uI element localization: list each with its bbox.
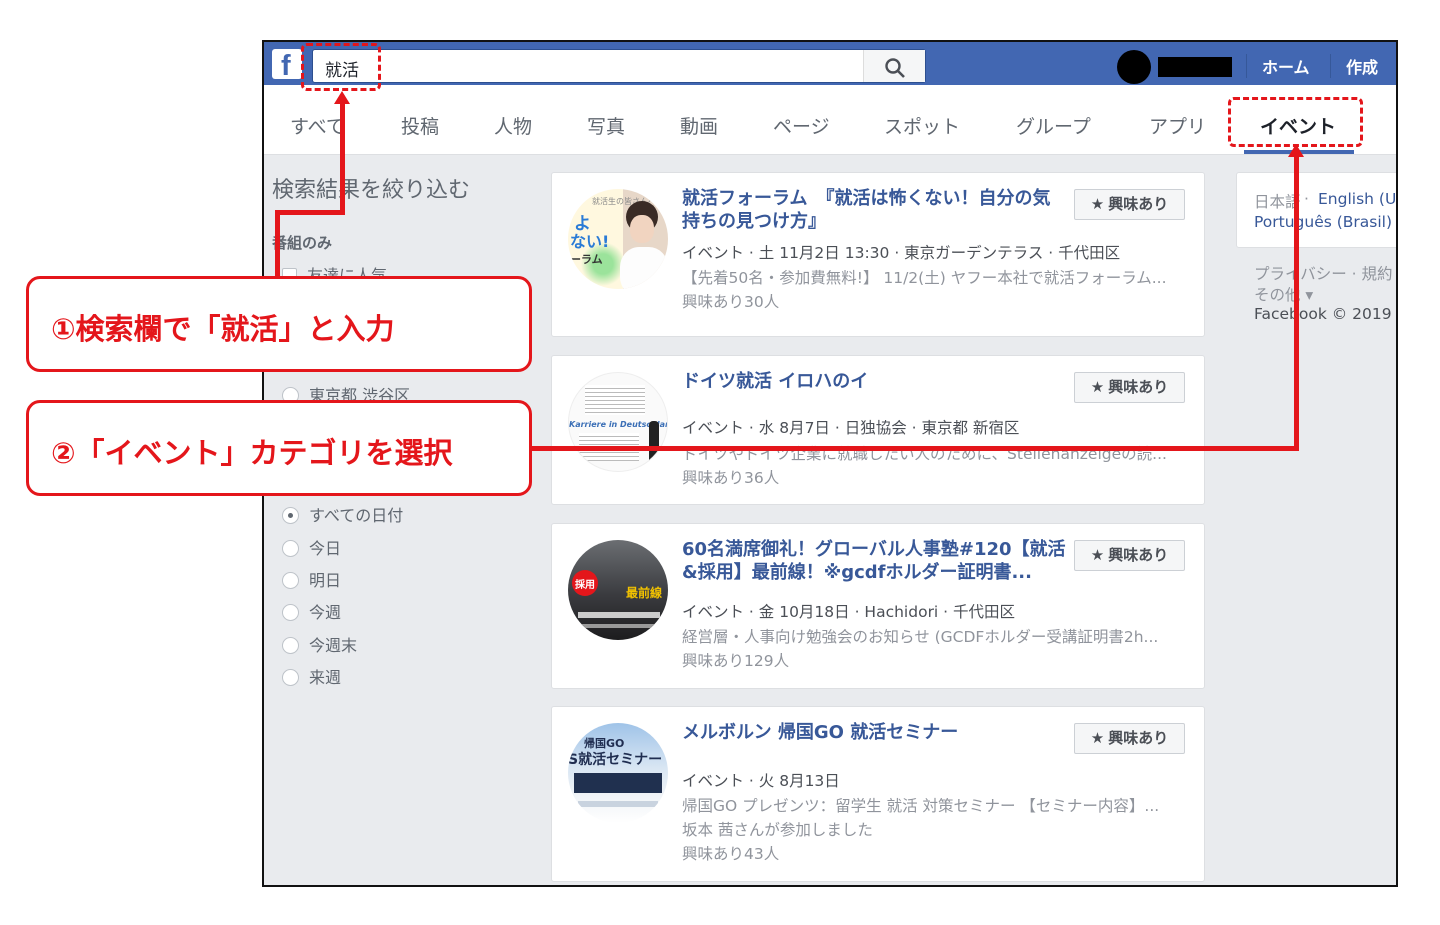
top-bar: f 就活 ホーム 作成 xyxy=(264,42,1396,85)
callout-step-2: ②「イベント」カテゴリを選択 xyxy=(26,400,532,496)
connector-line xyxy=(530,446,1299,451)
event-title[interactable]: メルボルン 帰国GO 就活セミナー xyxy=(682,721,1066,744)
search-input[interactable]: 就活 xyxy=(312,49,926,83)
footer-more[interactable]: その他 ▾ xyxy=(1254,283,1313,305)
tab-all[interactable]: すべて xyxy=(290,112,345,139)
event-interested-count: 興味あり129人 xyxy=(682,652,790,670)
date-option-all[interactable]: すべての日付 xyxy=(282,502,403,525)
search-tabs: すべて 投稿 人物 写真 動画 ページ スポット グループ アプリ イベント xyxy=(264,85,1396,155)
event-meta: イベント · 火 8月13日 xyxy=(682,772,840,790)
event-title[interactable]: 60名満席御礼！グローバル人事塾#120【就活&採用】最前線！※gcdfホルダー… xyxy=(682,538,1066,584)
interested-button[interactable]: ★ 興味あり xyxy=(1074,723,1185,754)
event-card[interactable]: 採用 最前線 60名満席御礼！グローバル人事塾#120【就活&採用】最前線！※g… xyxy=(551,523,1205,689)
tab-posts[interactable]: 投稿 xyxy=(401,112,439,139)
tab-groups[interactable]: グループ xyxy=(1016,112,1091,139)
event-description: 帰国GO プレゼンツ：留学生 就活 対策セミナー 【セミナー内容】... xyxy=(682,797,1160,815)
callout-step-1: ①検索欄で「就活」と入力 xyxy=(26,276,532,372)
event-title[interactable]: 就活フォーラム 『就活は怖くない！自分の気持ちの見つけ方』 xyxy=(682,187,1066,233)
date-option-next-week[interactable]: 来週 xyxy=(282,664,341,687)
connector-line xyxy=(1294,155,1299,451)
connector-line xyxy=(275,210,345,215)
radio[interactable] xyxy=(282,604,299,621)
username-redacted[interactable] xyxy=(1158,57,1232,77)
event-interested-count: 興味あり30人 xyxy=(682,293,780,311)
event-interested-count: 興味あり43人 xyxy=(682,845,780,863)
footer-copyright: Facebook © 2019 xyxy=(1254,305,1392,323)
event-title[interactable]: ドイツ就活 イロハのイ xyxy=(682,370,1066,393)
search-icon xyxy=(885,58,905,78)
avatar[interactable] xyxy=(1117,50,1151,84)
tab-places[interactable]: スポット xyxy=(884,112,960,139)
radio[interactable] xyxy=(282,572,299,589)
connector-line xyxy=(340,102,345,214)
event-thumbnail: 採用 最前線 xyxy=(568,540,668,640)
event-description: 【先着50名・参加費無料!】 11/2(土) ヤフー本社で就活フォーラム... xyxy=(682,269,1167,287)
radio[interactable] xyxy=(282,540,299,557)
arrow-up-icon xyxy=(334,91,350,104)
event-card[interactable]: 就活生の皆さんへ よ ない! ーラム 就活フォーラム 『就活は怖くない！自分の気… xyxy=(551,172,1205,337)
star-icon: ★ xyxy=(1090,378,1105,396)
radio[interactable] xyxy=(282,637,299,654)
footer-privacy-terms[interactable]: プライバシー · 規約 xyxy=(1254,262,1392,284)
interested-button[interactable]: ★ 興味あり xyxy=(1074,372,1185,403)
event-card[interactable]: Karriere in Deutschland: ドイツ就活 イロハのイ イベン… xyxy=(551,355,1205,505)
tab-videos[interactable]: 動画 xyxy=(680,112,718,139)
interested-button[interactable]: ★ 興味あり xyxy=(1074,189,1185,220)
filter-group-label: 番組のみ xyxy=(272,234,333,252)
language-english-link[interactable]: English (US) xyxy=(1318,190,1396,208)
event-card[interactable]: 帰国GO S就活セミナー メルボルン 帰国GO 就活セミナー イベント · 火 … xyxy=(551,706,1205,882)
search-button[interactable] xyxy=(863,50,925,82)
tab-people[interactable]: 人物 xyxy=(494,112,532,139)
star-icon: ★ xyxy=(1090,546,1105,564)
events-tab-highlight-box xyxy=(1228,97,1363,147)
date-option-tomorrow[interactable]: 明日 xyxy=(282,567,341,590)
date-option-this-week[interactable]: 今週 xyxy=(282,599,341,622)
facebook-logo-icon[interactable]: f xyxy=(272,49,302,79)
event-attendee-note: 坂本 茜さんが参加しました xyxy=(682,821,873,839)
date-option-today[interactable]: 今日 xyxy=(282,535,341,558)
event-meta: イベント · 土 11月2日 13:30 · 東京ガーデンテラス · 千代田区 xyxy=(682,244,1121,262)
arrow-up-icon xyxy=(1288,144,1304,157)
event-meta: イベント · 金 10月18日 · Hachidori · 千代田区 xyxy=(682,603,1016,621)
tab-apps[interactable]: アプリ xyxy=(1149,112,1206,139)
event-description: 経営層・人事向け勉強会のお知らせ (GCDFホルダー受講証明書2h... xyxy=(682,628,1159,646)
date-option-this-weekend[interactable]: 今週末 xyxy=(282,632,357,655)
tab-pages[interactable]: ページ xyxy=(773,112,830,139)
divider xyxy=(1246,54,1247,78)
filter-title: 検索結果を絞り込む xyxy=(272,178,471,203)
event-thumbnail: 就活生の皆さんへ よ ない! ーラム xyxy=(568,189,668,289)
star-icon: ★ xyxy=(1090,729,1105,747)
create-link[interactable]: 作成 xyxy=(1346,54,1378,78)
language-portuguese-link[interactable]: Português (Brasil) xyxy=(1254,213,1392,231)
star-icon: ★ xyxy=(1090,195,1105,213)
connector-line xyxy=(275,210,280,278)
event-meta: イベント · 水 8月7日 · 日独協会 · 東京都 新宿区 xyxy=(682,419,1020,437)
event-interested-count: 興味あり36人 xyxy=(682,469,780,487)
tab-photos[interactable]: 写真 xyxy=(587,112,625,139)
home-link[interactable]: ホーム xyxy=(1262,54,1310,78)
language-box: 日本語 · English (US) Português (Brasil) xyxy=(1236,172,1396,248)
interested-button[interactable]: ★ 興味あり xyxy=(1074,540,1185,571)
search-highlight-box xyxy=(301,43,381,91)
radio-selected[interactable] xyxy=(282,507,299,524)
divider xyxy=(1330,54,1331,78)
event-thumbnail: 帰国GO S就活セミナー xyxy=(568,723,668,823)
event-thumbnail: Karriere in Deutschland: xyxy=(568,372,668,472)
radio[interactable] xyxy=(282,669,299,686)
